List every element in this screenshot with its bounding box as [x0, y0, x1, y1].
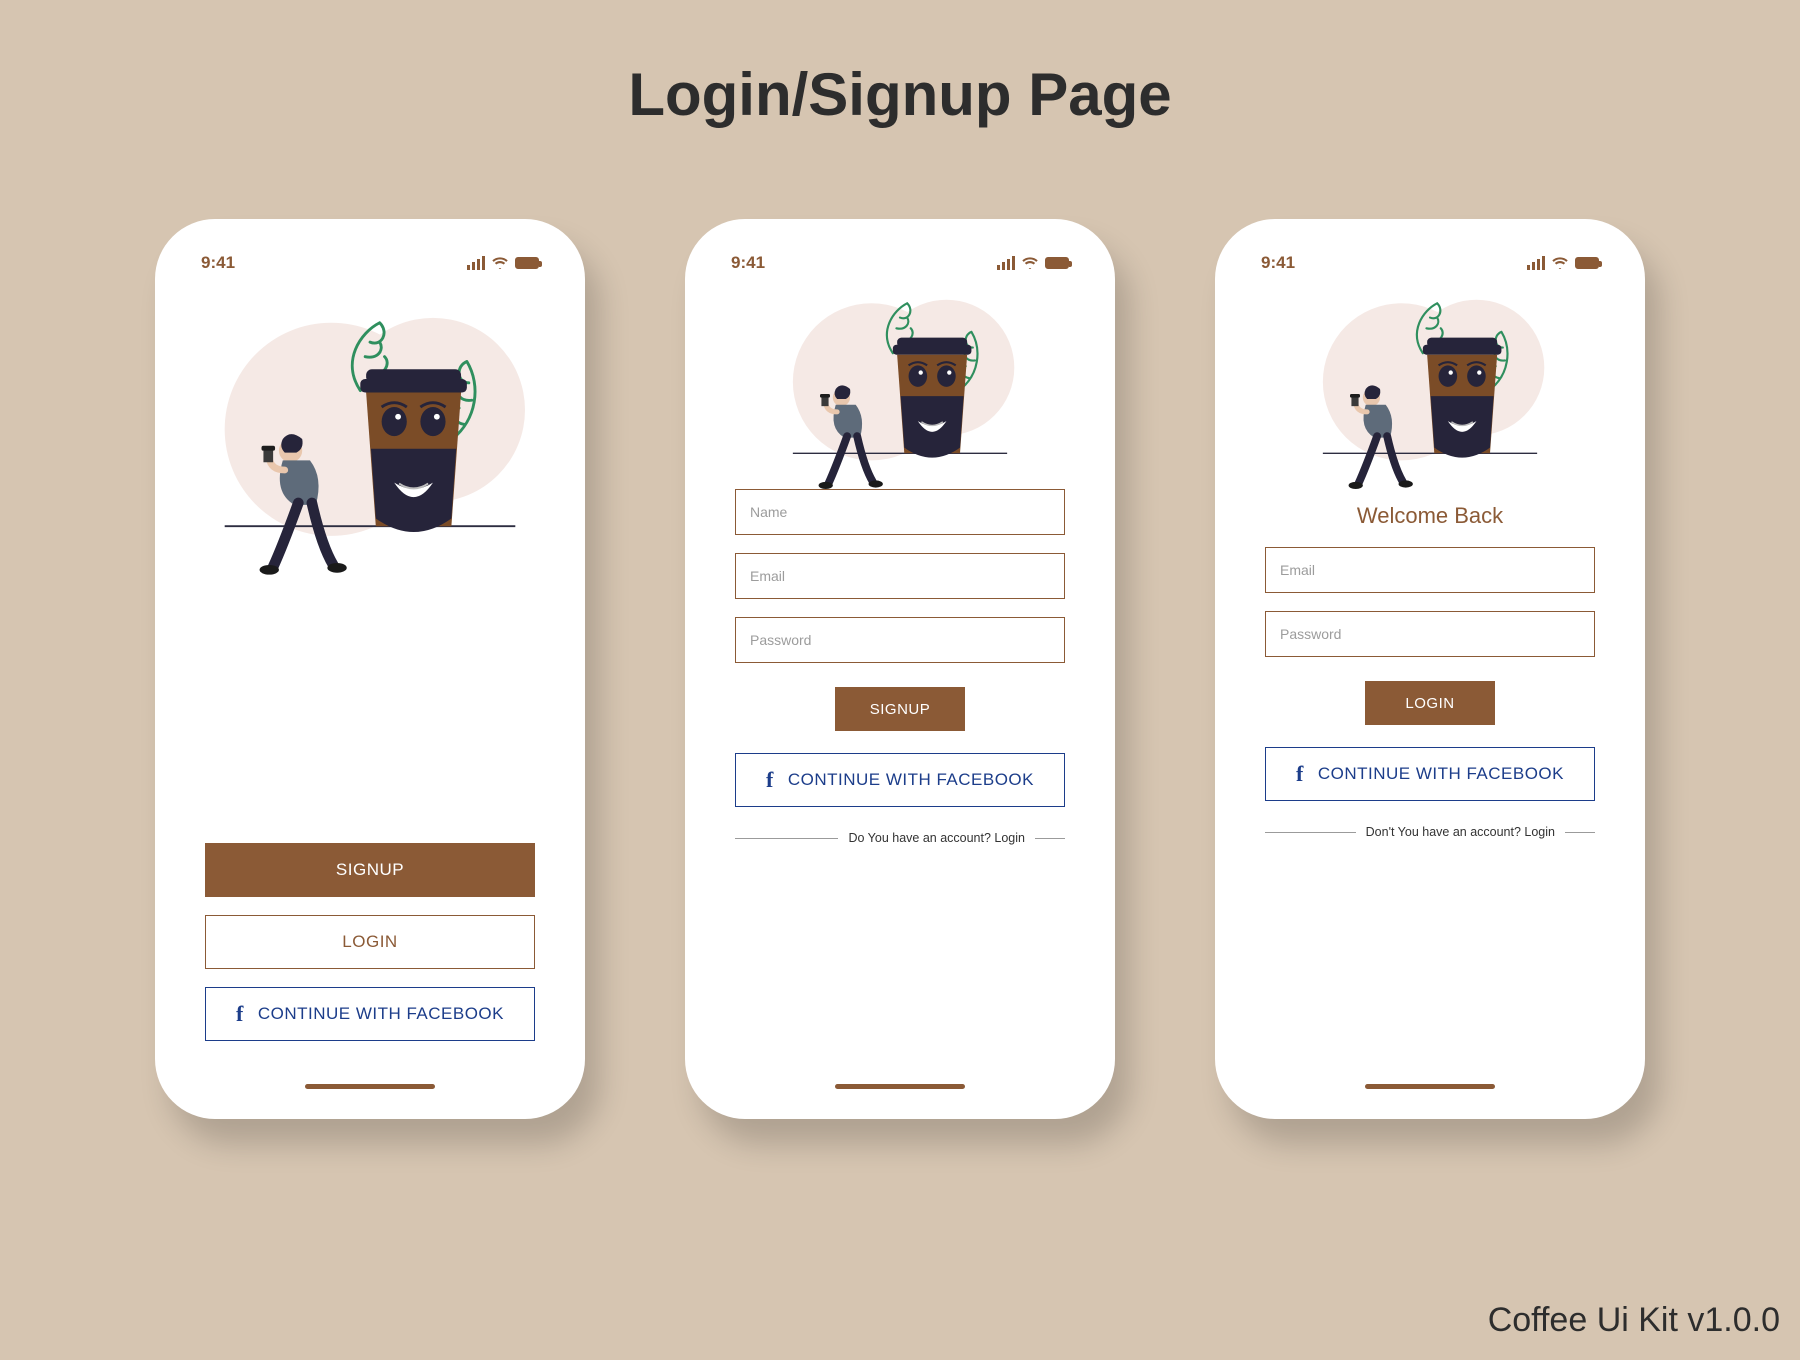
coffee-illustration: [215, 299, 525, 579]
facebook-icon: f: [1296, 761, 1304, 787]
signup-submit-button[interactable]: SIGNUP: [835, 687, 965, 731]
email-input[interactable]: [1265, 547, 1595, 593]
facebook-button[interactable]: f CONTINUE WITH FACEBOOK: [205, 987, 535, 1041]
coffee-illustration: [1315, 289, 1545, 489]
signal-icon: [467, 256, 485, 270]
password-input[interactable]: [1265, 611, 1595, 657]
status-time: 9:41: [201, 253, 235, 273]
battery-icon: [1045, 257, 1069, 269]
home-indicator: [305, 1084, 435, 1089]
email-input[interactable]: [735, 553, 1065, 599]
switch-to-login-link[interactable]: Do You have an account? Login: [735, 831, 1065, 845]
switch-to-signup-link[interactable]: Don't You have an account? Login: [1265, 825, 1595, 839]
battery-icon: [1575, 257, 1599, 269]
facebook-label: CONTINUE WITH FACEBOOK: [258, 1004, 504, 1024]
wifi-icon: [1021, 257, 1039, 269]
coffee-illustration: [785, 289, 1015, 489]
phone-login: 9:41 Welcome Back LOGIN f CONTINUE WITH …: [1215, 219, 1645, 1119]
home-indicator: [1365, 1084, 1495, 1089]
login-submit-button[interactable]: LOGIN: [1365, 681, 1495, 725]
status-bar: 9:41: [1235, 239, 1625, 279]
status-bar: 9:41: [705, 239, 1095, 279]
signal-icon: [1527, 256, 1545, 270]
footer-link-text: Don't You have an account? Login: [1366, 825, 1555, 839]
password-input[interactable]: [735, 617, 1065, 663]
facebook-button[interactable]: f CONTINUE WITH FACEBOOK: [1265, 747, 1595, 801]
facebook-label: CONTINUE WITH FACEBOOK: [788, 770, 1034, 790]
kit-version-label: Coffee Ui Kit v1.0.0: [1488, 1301, 1780, 1340]
status-time: 9:41: [731, 253, 765, 273]
wifi-icon: [1551, 257, 1569, 269]
facebook-button[interactable]: f CONTINUE WITH FACEBOOK: [735, 753, 1065, 807]
login-button[interactable]: LOGIN: [205, 915, 535, 969]
status-time: 9:41: [1261, 253, 1295, 273]
phone-mockups: 9:41 SIGNUP LOGIN f CONTINUE WITH FACEBO…: [0, 219, 1800, 1119]
footer-link-text: Do You have an account? Login: [848, 831, 1025, 845]
phone-signup: 9:41 SIGNUP f CONTINUE WITH FACEBOOK: [685, 219, 1115, 1119]
facebook-label: CONTINUE WITH FACEBOOK: [1318, 764, 1564, 784]
welcome-heading: Welcome Back: [1265, 503, 1595, 529]
battery-icon: [515, 257, 539, 269]
status-bar: 9:41: [175, 239, 565, 279]
home-indicator: [835, 1084, 965, 1089]
facebook-icon: f: [236, 1001, 244, 1027]
page-title: Login/Signup Page: [0, 0, 1800, 129]
name-input[interactable]: [735, 489, 1065, 535]
wifi-icon: [491, 257, 509, 269]
phone-landing: 9:41 SIGNUP LOGIN f CONTINUE WITH FACEBO…: [155, 219, 585, 1119]
facebook-icon: f: [766, 767, 774, 793]
signal-icon: [997, 256, 1015, 270]
signup-button[interactable]: SIGNUP: [205, 843, 535, 897]
